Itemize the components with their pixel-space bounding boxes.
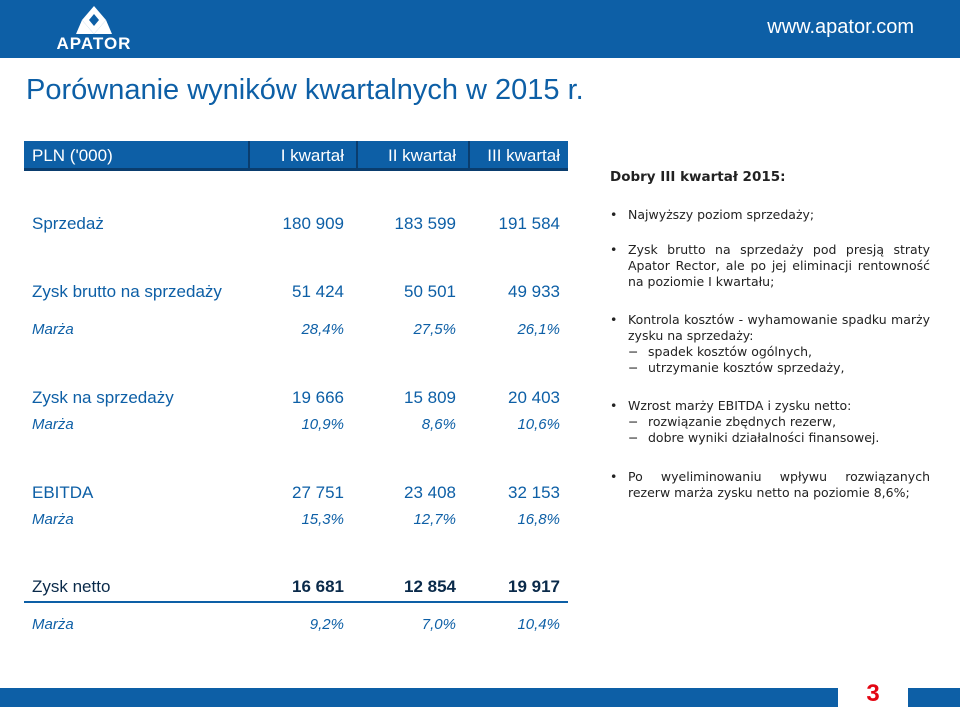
row-label: Marża (32, 321, 74, 338)
row-label: Marża (32, 616, 74, 633)
page-number-box: 3 (838, 678, 908, 707)
cell-q1: 9,2% (309, 616, 344, 633)
header-bar: APATOR www.apator.com (0, 0, 960, 58)
bullet-icon: • (610, 207, 618, 222)
bullet-text: Po wyeliminowaniu wpływu rozwiązanych re… (628, 469, 930, 500)
cell-q3: 26,1% (517, 321, 560, 338)
row-label: EBITDA (32, 483, 94, 502)
column-header-q3: III kwartał (487, 146, 560, 165)
cell-q1: 16 681 (292, 577, 344, 596)
bullet-text: Zysk brutto na sprzedaży pod presją stra… (628, 242, 930, 289)
list-item: • Najwyższy poziom sprzedaży; (610, 207, 930, 223)
cell-q2: 27,5% (413, 321, 456, 338)
row-label: Marża (32, 416, 74, 433)
table-row-margin: Marża 15,3% 12,7% 16,8% (24, 509, 568, 533)
table-row-operating-profit: Zysk na sprzedaży 19 666 15 809 20 403 (24, 386, 568, 410)
cell-q3: 19 917 (508, 577, 560, 596)
table-row-sales: Sprzedaż 180 909 183 599 191 584 (24, 212, 568, 236)
row-label: Zysk brutto na sprzedaży (32, 282, 222, 301)
cell-q2: 12,7% (413, 511, 456, 528)
sub-item-text: spadek kosztów ogólnych, (648, 344, 812, 359)
page-number: 3 (866, 680, 880, 707)
bullet-text: Wzrost marży EBITDA i zysku netto: (628, 398, 852, 413)
sub-item: − dobre wyniki działalności finansowej. (628, 430, 930, 446)
bullet-icon: • (610, 242, 618, 257)
sub-item: − rozwiązanie zbędnych rezerw, (628, 414, 930, 430)
cell-q2: 183 599 (394, 214, 456, 233)
bullet-text: Najwyższy poziom sprzedaży; (628, 207, 815, 222)
list-item: • Wzrost marży EBITDA i zysku netto: − r… (610, 398, 930, 446)
cell-q3: 10,6% (517, 416, 560, 433)
bullet-icon: • (610, 469, 618, 484)
sub-item-text: rozwiązanie zbędnych rezerw, (648, 414, 837, 429)
cell-q3: 191 584 (498, 214, 560, 233)
column-divider (248, 141, 250, 168)
sub-item: − spadek kosztów ogólnych, (628, 344, 930, 360)
list-item: • Po wyeliminowaniu wpływu rozwiązanych … (610, 469, 930, 501)
cell-q2: 50 501 (404, 282, 456, 301)
table-row-margin: Marża 9,2% 7,0% 10,4% (24, 614, 568, 638)
dash-icon: − (628, 344, 639, 359)
website-url[interactable]: www.apator.com (767, 16, 914, 39)
table-row-gross-profit: Zysk brutto na sprzedaży 51 424 50 501 4… (24, 280, 568, 304)
column-header-label: PLN ('000) (32, 146, 113, 165)
column-divider (356, 141, 358, 168)
sub-item: − utrzymanie kosztów sprzedaży, (628, 360, 930, 376)
slide-title: Porównanie wyników kwartalnych w 2015 r. (26, 74, 584, 106)
row-label: Marża (32, 511, 74, 528)
sub-item-text: utrzymanie kosztów sprzedaży, (648, 360, 845, 375)
cell-q3: 49 933 (508, 282, 560, 301)
cell-q1: 10,9% (301, 416, 344, 433)
notes-heading: Dobry III kwartał 2015: (610, 169, 786, 185)
cell-q3: 20 403 (508, 388, 560, 407)
table-header: PLN ('000) I kwartał II kwartał III kwar… (24, 141, 568, 171)
row-label: Zysk netto (32, 577, 111, 596)
logo-text: APATOR (56, 34, 132, 53)
cell-q3: 16,8% (517, 511, 560, 528)
cell-q3: 10,4% (517, 616, 560, 633)
dash-icon: − (628, 430, 639, 445)
sub-item-text: dobre wyniki działalności finansowej. (648, 430, 880, 445)
column-divider (468, 141, 470, 168)
list-item: • Zysk brutto na sprzedaży pod presją st… (610, 242, 930, 290)
cell-q1: 19 666 (292, 388, 344, 407)
table-row-margin: Marża 28,4% 27,5% 26,1% (24, 319, 568, 343)
cell-q2: 23 408 (404, 483, 456, 502)
cell-q1: 28,4% (301, 321, 344, 338)
dash-icon: − (628, 360, 639, 375)
cell-q2: 8,6% (421, 416, 456, 433)
column-header-q1: I kwartał (280, 146, 344, 165)
cell-q1: 180 909 (282, 214, 344, 233)
cell-q2: 15 809 (404, 388, 456, 407)
table-row-net-profit: Zysk netto 16 681 12 854 19 917 (24, 575, 568, 603)
cell-q1: 15,3% (301, 511, 344, 528)
row-label: Zysk na sprzedaży (32, 388, 174, 407)
table-row-margin: Marża 10,9% 8,6% 10,6% (24, 414, 568, 438)
footer-bar (0, 688, 960, 707)
apator-logo-icon (76, 6, 112, 34)
cell-q2: 12 854 (404, 577, 456, 596)
cell-q2: 7,0% (421, 616, 456, 633)
cell-q1: 51 424 (292, 282, 344, 301)
column-header-q2: II kwartał (387, 146, 456, 165)
bullet-icon: • (610, 398, 618, 413)
dash-icon: − (628, 414, 639, 429)
list-item: • Kontrola kosztów - wyhamowanie spadku … (610, 312, 930, 376)
bullet-icon: • (610, 312, 618, 327)
bullet-text: Kontrola kosztów - wyhamowanie spadku ma… (628, 312, 930, 343)
cell-q3: 32 153 (508, 483, 560, 502)
cell-q1: 27 751 (292, 483, 344, 502)
apator-logo: APATOR (44, 4, 144, 54)
table-row-ebitda: EBITDA 27 751 23 408 32 153 (24, 481, 568, 505)
row-label: Sprzedaż (32, 214, 104, 233)
